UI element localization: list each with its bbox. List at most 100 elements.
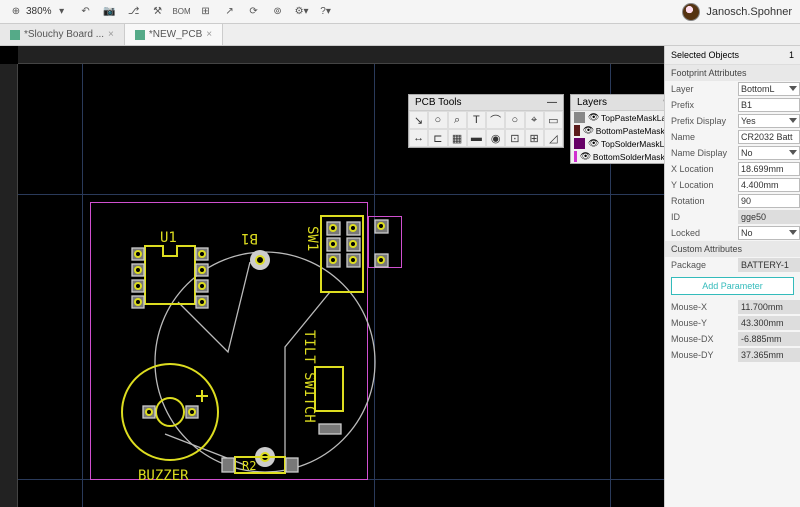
selected-label: Selected Objects (671, 50, 789, 60)
package-value: BATTERY-1 (738, 258, 800, 272)
tool-solid[interactable]: ▬ (467, 129, 486, 147)
layers-panel[interactable]: Layers⚲ — 👁TopPasteMaskLayer 👁BottomPast… (570, 94, 664, 164)
tool-via[interactable]: ⌕ (448, 111, 467, 129)
section-footprint[interactable]: Footprint Attributes (665, 65, 800, 81)
prefix-input[interactable] (738, 98, 800, 112)
tool-track[interactable]: ↘ (409, 111, 428, 129)
ruler-horizontal[interactable] (18, 46, 664, 64)
tool-copper[interactable]: ▦ (448, 129, 467, 147)
u1-label: U1 (160, 230, 177, 246)
eye-icon[interactable]: 👁 (588, 138, 598, 149)
tool-protractor[interactable]: ◿ (544, 129, 563, 147)
tool-arc[interactable]: ⌒ (486, 111, 505, 129)
id-value: gge50 (738, 210, 800, 224)
camera-icon[interactable]: 📷 (102, 4, 118, 20)
eye-icon[interactable]: 👁 (580, 151, 590, 162)
properties-panel: Selected Objects1 Footprint Attributes L… (664, 46, 800, 507)
main-toolbar: ⊕ 380% ▾ ↶ 📷 ⎇ ⚒ BOM ⊞ ↗ ⟳ ⊚ ⚙▾ ?▾ Janos… (0, 0, 800, 24)
prop-label: Locked (671, 228, 738, 238)
tab-label: *NEW_PCB (149, 29, 202, 40)
tool-circle[interactable]: ○ (505, 111, 524, 129)
prop-label: Prefix (671, 100, 738, 110)
name-input[interactable] (738, 130, 800, 144)
pcb-icon (135, 30, 145, 40)
branch-icon[interactable]: ⎇ (126, 4, 142, 20)
r2-label: R2 (242, 459, 256, 473)
panel-title: Layers (577, 97, 663, 108)
buzzer-label: BUZZER (138, 468, 189, 484)
b1-label: B1 (241, 230, 258, 246)
tool-image[interactable]: ⊡ (505, 129, 524, 147)
add-parameter-button[interactable]: Add Parameter (671, 277, 794, 295)
minimize-icon[interactable]: — (547, 97, 557, 108)
gear-icon[interactable]: ⚙▾ (294, 4, 310, 20)
tool-dimension[interactable]: ↔ (409, 129, 428, 147)
mouse-dy-value: 37.365mm (738, 348, 800, 362)
tool-hole[interactable]: ◉ (486, 129, 505, 147)
zoom-value: 380% (26, 6, 52, 17)
pcb-tools-panel[interactable]: PCB Tools— ↘ ○ ⌕ T ⌒ ○ ⌖ ▭ ↔ ⊏ ▦ ▬ ◉ ⊡ ⊞ (408, 94, 564, 148)
prop-label: Name Display (671, 148, 738, 158)
layer-row[interactable]: 👁TopPasteMaskLayer (571, 111, 664, 124)
layer-row[interactable]: 👁BottomSolderMaskLayer (571, 150, 664, 163)
pcb-canvas[interactable]: U1 SW1 (18, 64, 664, 507)
pcb-icon (10, 30, 20, 40)
eye-icon[interactable]: 👁 (588, 112, 598, 123)
layer-select[interactable]: BottomL (738, 82, 800, 96)
zoom-control[interactable]: ⊕ 380% ▾ (8, 4, 70, 20)
tab-newpcb[interactable]: *NEW_PCB × (125, 24, 223, 45)
selected-count: 1 (789, 50, 794, 60)
prop-label: Mouse-Y (671, 318, 738, 328)
close-icon[interactable]: × (108, 29, 114, 40)
y-input[interactable] (738, 178, 800, 192)
zoom-icon: ⊕ (8, 4, 24, 20)
layer-row[interactable]: 👁BottomPasteMaskLayer (571, 124, 664, 137)
tool-pad[interactable]: ○ (428, 111, 447, 129)
layer-swatch (574, 151, 577, 162)
tool-rect[interactable]: ▭ (544, 111, 563, 129)
dropdown-icon: ▾ (54, 4, 70, 20)
eye-icon[interactable]: 👁 (583, 125, 593, 136)
panel-title: PCB Tools (415, 97, 547, 108)
section-custom[interactable]: Custom Attributes (665, 241, 800, 257)
x-input[interactable] (738, 162, 800, 176)
tool-move[interactable]: ⌖ (525, 111, 544, 129)
name-display-select[interactable]: No (738, 146, 800, 160)
canvas-area: U1 SW1 (0, 46, 664, 507)
ruler-vertical[interactable] (0, 64, 18, 507)
layer-swatch (574, 112, 585, 123)
tool-canvas[interactable]: ⊞ (525, 129, 544, 147)
pin-icon[interactable]: ⚲ (663, 97, 664, 108)
bom-icon[interactable]: BOM (174, 4, 190, 20)
locked-select[interactable]: No (738, 226, 800, 240)
layer-label: TopSolderMaskLayer (601, 139, 664, 149)
mouse-y-value: 43.300mm (738, 316, 800, 330)
tab-slouchy[interactable]: *Slouchy Board ... × (0, 24, 125, 45)
undo-icon[interactable]: ↶ (78, 4, 94, 20)
tool-connect[interactable]: ⊏ (428, 129, 447, 147)
manager-icon[interactable]: ⊞ (198, 4, 214, 20)
prop-label: Prefix Display (671, 116, 738, 126)
layer-label: TopPasteMaskLayer (601, 113, 664, 123)
close-icon[interactable]: × (206, 29, 212, 40)
refresh-icon[interactable]: ⟳ (246, 4, 262, 20)
tool-text[interactable]: T (467, 111, 486, 129)
layer-label: BottomSolderMaskLayer (593, 152, 664, 162)
layer-label: BottomPasteMaskLayer (596, 126, 664, 136)
globe-icon[interactable]: ⊚ (270, 4, 286, 20)
avatar (682, 3, 700, 21)
prop-label: Name (671, 132, 738, 142)
sw1-label: SW1 (304, 226, 320, 251)
prefix-display-select[interactable]: Yes (738, 114, 800, 128)
tune-icon[interactable]: ⚒ (150, 4, 166, 20)
layer-swatch (574, 125, 580, 136)
rotation-input[interactable] (738, 194, 800, 208)
share-icon[interactable]: ↗ (222, 4, 238, 20)
prop-label: X Location (671, 164, 738, 174)
mouse-dx-value: -6.885mm (738, 332, 800, 346)
prop-label: Layer (671, 84, 738, 94)
prop-label: ID (671, 212, 738, 222)
layer-row[interactable]: 👁TopSolderMaskLayer (571, 137, 664, 150)
user-profile[interactable]: Janosch.Spohner (682, 3, 792, 21)
help-icon[interactable]: ?▾ (318, 4, 334, 20)
